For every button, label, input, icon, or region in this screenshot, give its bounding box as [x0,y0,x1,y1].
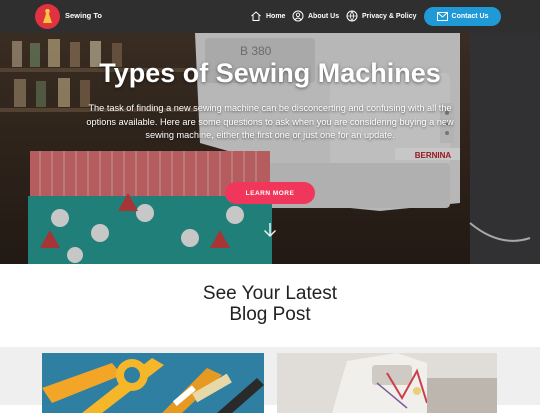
home-icon [251,11,261,21]
top-navbar: Sewing To Home About Us Privacy & Policy… [0,0,540,33]
blog-post-card-1[interactable] [42,353,264,413]
hero-title: Types of Sewing Machines [99,58,441,88]
nav-label-home: Home [266,12,286,20]
envelope-icon [436,12,448,21]
hero-description: The task of finding a new sewing machine… [86,103,454,140]
site-name[interactable]: Sewing To [65,11,102,20]
blog-post-image-2 [277,353,497,413]
contact-us-button[interactable]: Contact Us [424,7,501,26]
dress-icon [43,9,52,23]
nav-item-privacy[interactable]: Privacy & Policy [346,7,416,25]
chevron-down-icon[interactable] [261,221,279,239]
globe-icon [346,10,358,22]
contact-us-label: Contact Us [451,13,489,20]
nav-item-about[interactable]: About Us [292,7,339,25]
blog-section-title: See Your Latest Blog Post [0,283,540,325]
site-logo[interactable] [35,4,60,29]
user-icon [292,10,304,22]
blog-posts-area [0,347,540,413]
nav-item-home[interactable]: Home [250,7,285,25]
blog-title-line-1: See Your Latest [202,283,338,304]
blog-post-card-2[interactable] [277,353,497,413]
blog-title-line-2: Blog Post [229,304,311,325]
hero-banner: BERNINA B 380 Types of Sewing Machines T… [0,33,540,264]
learn-more-button[interactable]: LEARN MORE [225,182,315,204]
blog-post-image-1 [42,353,264,413]
nav-label-about: About Us [308,12,340,20]
nav-label-privacy: Privacy & Policy [362,12,417,20]
